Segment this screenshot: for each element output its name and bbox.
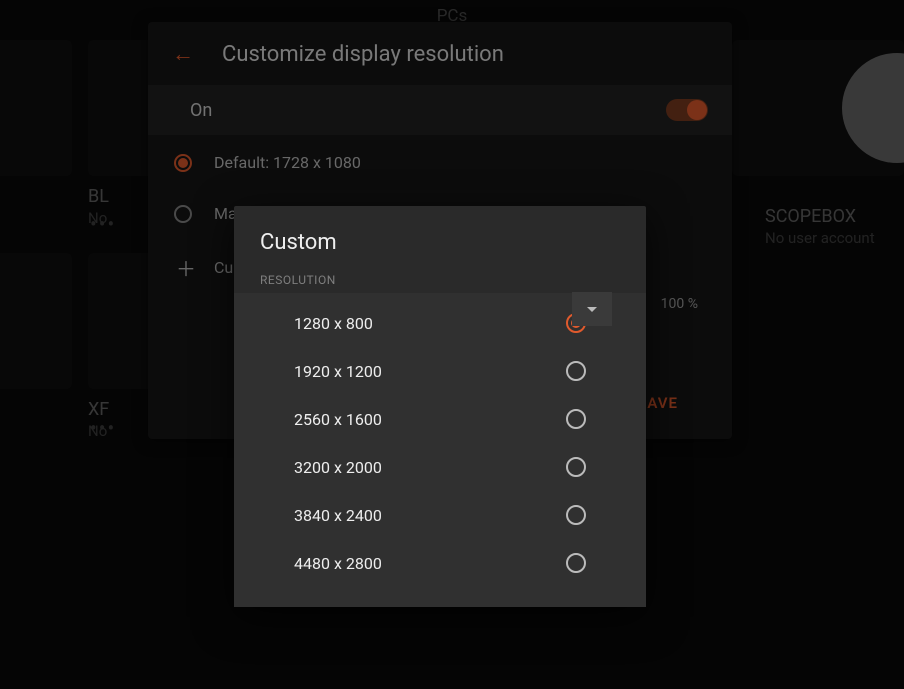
custom-resolution-dialog: Custom RESOLUTION 1280 x 800 1920 x 1200 2… xyxy=(234,206,646,607)
radio-icon xyxy=(566,553,586,573)
resolution-option-label: 1280 x 800 xyxy=(294,314,373,333)
radio-icon xyxy=(566,361,586,381)
resolution-dropdown-button[interactable] xyxy=(572,292,612,326)
resolution-option-label: 2560 x 1600 xyxy=(294,410,382,429)
resolution-option-label: 1920 x 1200 xyxy=(294,362,382,381)
radio-icon xyxy=(566,457,586,477)
resolution-option-label: 4480 x 2800 xyxy=(294,554,382,573)
radio-icon xyxy=(566,505,586,525)
resolution-option[interactable]: 2560 x 1600 xyxy=(268,395,612,443)
resolution-option[interactable]: 1920 x 1200 xyxy=(268,347,612,395)
resolution-option[interactable]: 1280 x 800 xyxy=(268,299,612,347)
resolution-list: 1280 x 800 1920 x 1200 2560 x 1600 3200 x 2… xyxy=(234,293,646,607)
radio-icon xyxy=(566,409,586,429)
dialog-section-label: RESOLUTION xyxy=(234,267,646,289)
resolution-option[interactable]: 3200 x 2000 xyxy=(268,443,612,491)
dialog-title: Custom xyxy=(234,206,646,267)
resolution-option[interactable]: 4480 x 2800 xyxy=(268,539,612,587)
resolution-option[interactable]: 3840 x 2400 xyxy=(268,491,612,539)
resolution-option-label: 3200 x 2000 xyxy=(294,458,382,477)
resolution-option-label: 3840 x 2400 xyxy=(294,506,382,525)
